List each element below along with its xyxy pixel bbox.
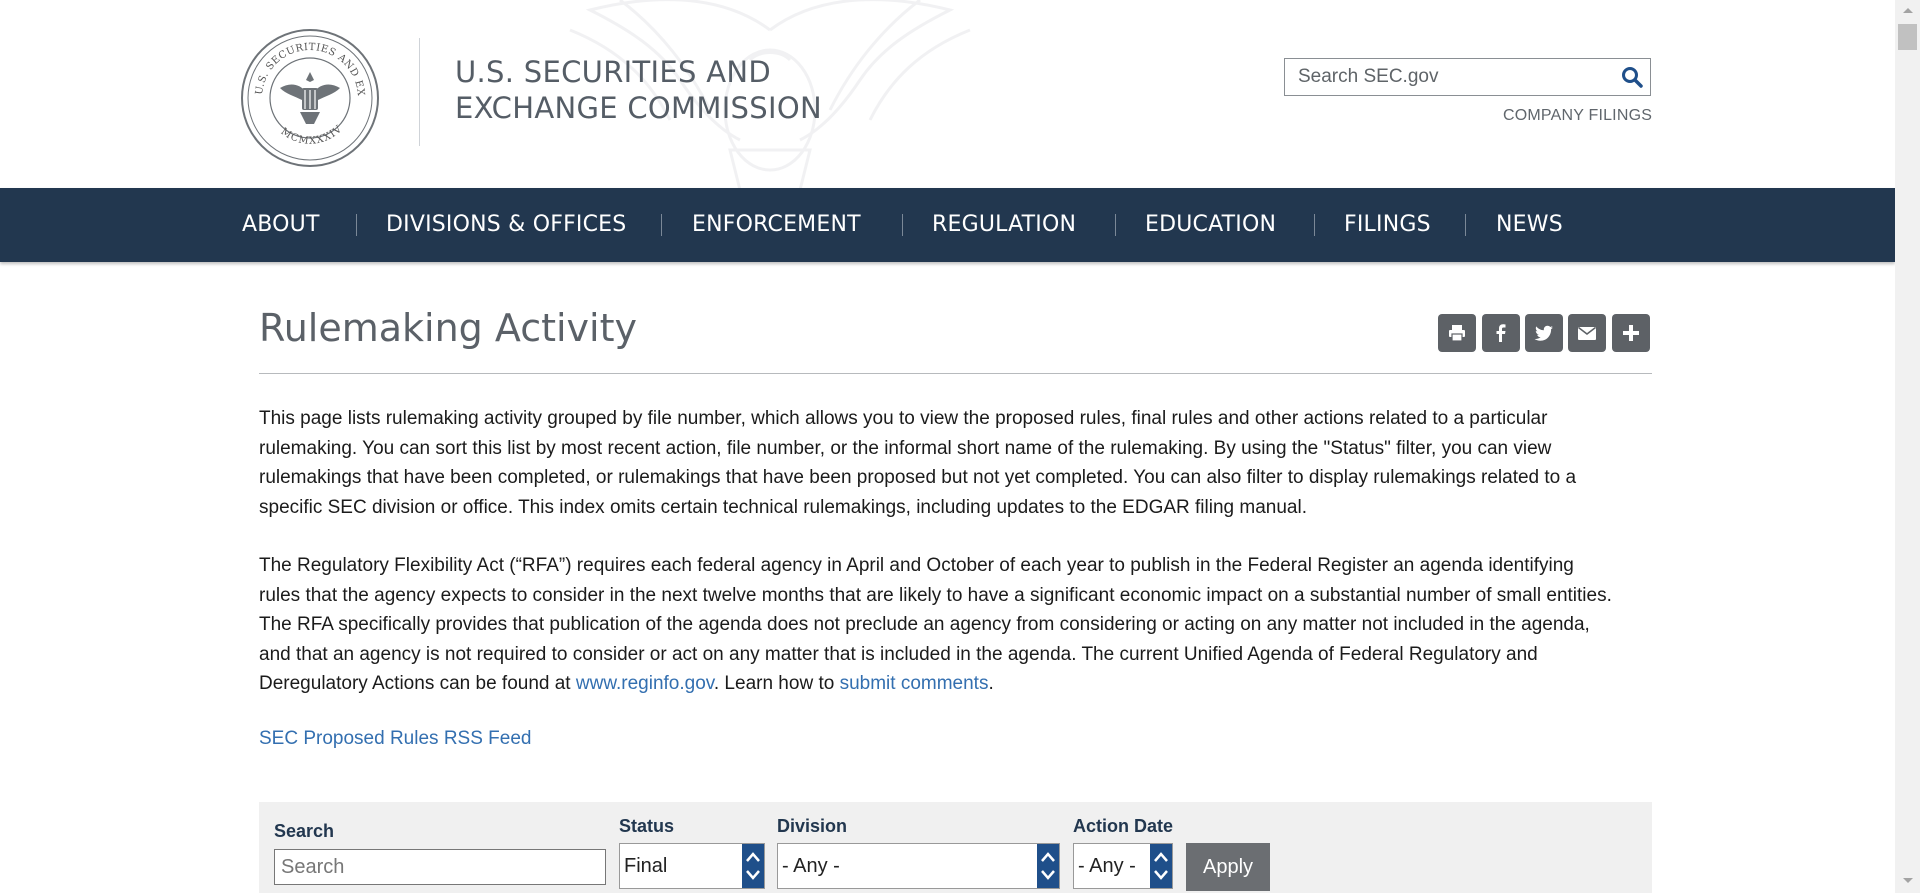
facebook-icon	[1496, 324, 1506, 342]
division-spinner[interactable]	[1037, 844, 1059, 888]
search-label: Search	[274, 821, 335, 841]
rfa-line: and that an agency is not required to co…	[259, 643, 1538, 665]
nav-item-about[interactable]: ABOUT	[242, 188, 320, 262]
header-divider	[419, 38, 420, 146]
rfa-line: rules that the agency expects to conside…	[259, 584, 1612, 606]
rulemaking-search-input[interactable]	[274, 849, 606, 885]
chevron-down-icon	[1041, 870, 1055, 880]
intro-line: specific SEC division or office. This in…	[259, 496, 1307, 518]
action-date-select[interactable]: - Any -	[1073, 843, 1173, 889]
nav-separator	[1115, 214, 1116, 236]
status-select[interactable]: Final	[619, 843, 765, 889]
status-spinner[interactable]	[742, 844, 764, 888]
scroll-up-arrow-icon[interactable]	[1903, 8, 1913, 13]
company-filings-link[interactable]: COMPANY FILINGS	[1503, 107, 1652, 125]
sec-seal-logo[interactable]: U.S. SECURITIES AND EXCHANGE COMMISSION …	[240, 26, 380, 170]
chevron-up-icon	[1154, 852, 1168, 862]
rfa-line-last: Deregulatory Actions can be found at www…	[259, 669, 1659, 699]
chevron-up-icon	[1041, 852, 1055, 862]
scrollbar-thumb[interactable]	[1898, 24, 1917, 50]
division-select[interactable]: - Any -	[777, 843, 1060, 889]
division-select-value: - Any -	[782, 855, 840, 877]
division-label: Division	[777, 816, 848, 836]
print-icon	[1449, 325, 1465, 342]
plus-icon	[1623, 325, 1639, 341]
rfa-text: . Learn how to	[713, 673, 840, 694]
status-select-value: Final	[624, 855, 668, 877]
agency-name-line2: EXCHANGE COMMISSION	[455, 91, 822, 125]
rfa-text: Deregulatory Actions can be found at	[259, 673, 576, 694]
agency-name[interactable]: U.S. SECURITIES AND EXCHANGE COMMISSION	[455, 54, 822, 126]
rfa-text: .	[988, 673, 994, 694]
nav-item-divisions-offices[interactable]: DIVISIONS & OFFICES	[386, 188, 626, 262]
nav-separator	[1465, 214, 1466, 236]
rfa-line: The RFA specifically provides that publi…	[259, 614, 1590, 635]
page-title: Rulemaking Activity	[259, 306, 637, 350]
rfa-line: The Regulatory Flexibility Act (“RFA”) r…	[259, 555, 1574, 576]
intro-paragraph: This page lists rulemaking activity grou…	[259, 404, 1659, 522]
chevron-down-icon	[746, 870, 760, 880]
nav-separator	[902, 214, 903, 236]
more-share-button[interactable]	[1612, 314, 1650, 352]
chevron-up-icon	[746, 852, 760, 862]
nav-separator	[356, 214, 357, 236]
facebook-share-button[interactable]	[1482, 314, 1520, 352]
action-date-select-value: - Any -	[1078, 855, 1136, 877]
nav-item-enforcement[interactable]: ENFORCEMENT	[692, 188, 861, 262]
nav-separator	[661, 214, 662, 236]
action-date-label: Action Date	[1073, 816, 1174, 836]
page-scrollbar[interactable]	[1895, 0, 1920, 893]
search-icon[interactable]	[1620, 65, 1644, 89]
intro-line: rulemaking. You can sort this list by mo…	[259, 437, 1552, 459]
nav-item-regulation[interactable]: REGULATION	[932, 188, 1076, 262]
site-header: U.S. SECURITIES AND EXCHANGE COMMISSION …	[0, 0, 1895, 188]
site-search	[1284, 58, 1651, 96]
rss-feed-link[interactable]: SEC Proposed Rules RSS Feed	[259, 728, 531, 750]
print-button[interactable]	[1438, 314, 1476, 352]
main-nav: ABOUT DIVISIONS & OFFICES ENFORCEMENT RE…	[0, 188, 1895, 262]
twitter-share-button[interactable]	[1525, 314, 1563, 352]
nav-item-filings[interactable]: FILINGS	[1344, 188, 1431, 262]
scroll-down-arrow-icon[interactable]	[1903, 878, 1913, 883]
nav-item-news[interactable]: NEWS	[1496, 188, 1563, 262]
submit-comments-link[interactable]: submit comments	[840, 673, 989, 694]
nav-separator	[1314, 214, 1315, 236]
status-label: Status	[619, 816, 675, 836]
intro-line: This page lists rulemaking activity grou…	[259, 408, 1548, 429]
email-share-button[interactable]	[1568, 314, 1606, 352]
email-icon	[1578, 326, 1596, 340]
reginfo-link[interactable]: www.reginfo.gov	[576, 673, 714, 694]
viewport: U.S. SECURITIES AND EXCHANGE COMMISSION …	[0, 0, 1895, 893]
twitter-icon	[1534, 325, 1553, 341]
site-search-input[interactable]	[1285, 59, 1618, 95]
title-divider	[259, 373, 1652, 374]
chevron-down-icon	[1154, 870, 1168, 880]
agency-name-line1: U.S. SECURITIES AND	[455, 55, 771, 89]
intro-line: rulemakings that have been completed, or…	[259, 467, 1577, 488]
nav-item-education[interactable]: EDUCATION	[1145, 188, 1276, 262]
apply-button[interactable]: Apply	[1186, 843, 1270, 891]
action-date-spinner[interactable]	[1150, 844, 1172, 888]
rfa-paragraph: The Regulatory Flexibility Act (“RFA”) r…	[259, 551, 1659, 699]
